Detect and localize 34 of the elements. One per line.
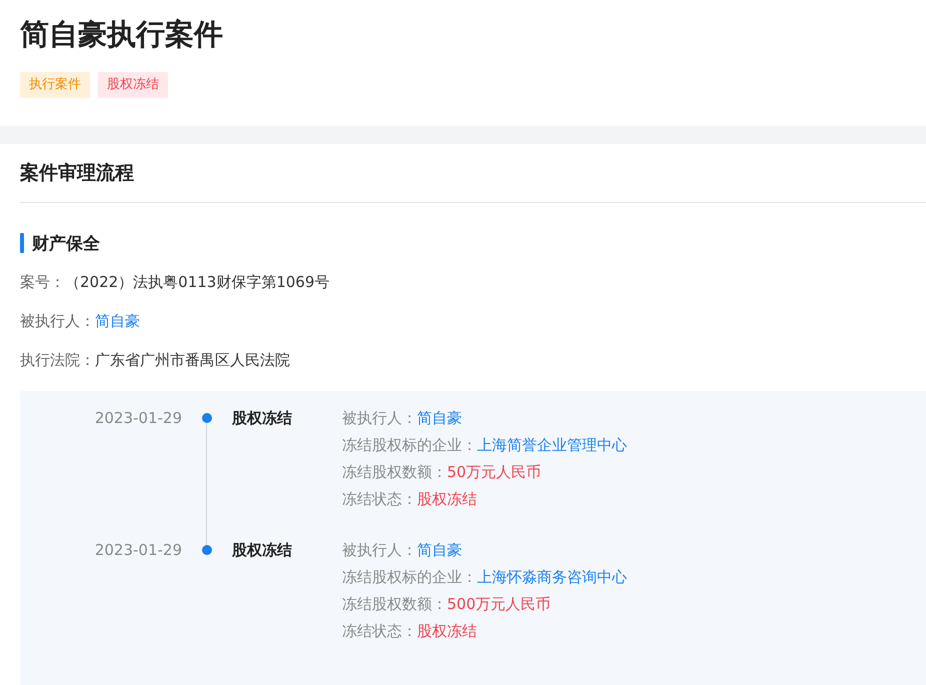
detail-value[interactable]: 简自豪 xyxy=(417,405,462,432)
detail-label: 冻结状态： xyxy=(342,489,417,510)
detail-value: 50万元人民币 xyxy=(447,462,542,483)
detail-value: 股权冻结 xyxy=(417,621,477,642)
field-label: 案号： xyxy=(20,272,65,293)
detail-value[interactable]: 上海怀淼商务咨询中心 xyxy=(477,564,627,591)
detail-value[interactable]: 简自豪 xyxy=(417,537,462,564)
detail-label: 冻结股权标的企业： xyxy=(342,567,477,588)
detail-label: 冻结股权数额： xyxy=(342,594,447,615)
detail-value: 股权冻结 xyxy=(417,489,477,510)
event-title: 股权冻结 xyxy=(232,540,293,561)
field-label: 被执行人： xyxy=(20,311,95,332)
event-date: 2023-01-29 xyxy=(94,408,182,429)
field-value: 广东省广州市番禺区人民法院 xyxy=(95,350,290,371)
detail-value: 500万元人民币 xyxy=(447,594,551,615)
tag: 股权冻结 xyxy=(98,72,168,98)
detail-value[interactable]: 上海简誉企业管理中心 xyxy=(477,432,627,459)
field-label: 执行法院： xyxy=(20,350,95,371)
detail-label: 冻结状态： xyxy=(342,621,417,642)
tag: 执行案件 xyxy=(20,72,90,98)
field-value[interactable]: 简自豪 xyxy=(95,308,140,334)
accent-bar xyxy=(20,233,24,253)
timeline-dot xyxy=(202,413,212,423)
event-title: 股权冻结 xyxy=(232,408,293,429)
detail-label: 被执行人： xyxy=(342,408,417,429)
detail-label: 冻结股权数额： xyxy=(342,462,447,483)
field-value: （2022）法执粤0113财保字第1069号 xyxy=(65,272,330,293)
detail-label: 被执行人： xyxy=(342,540,417,561)
event-date: 2023-01-29 xyxy=(94,540,182,561)
detail-label: 冻结股权标的企业： xyxy=(342,435,477,456)
case-title: 简自豪执行案件 xyxy=(20,16,224,52)
section-title: 案件审理流程 xyxy=(20,144,926,203)
timeline-dot xyxy=(202,545,212,555)
subsection-title: 财产保全 xyxy=(32,232,100,254)
